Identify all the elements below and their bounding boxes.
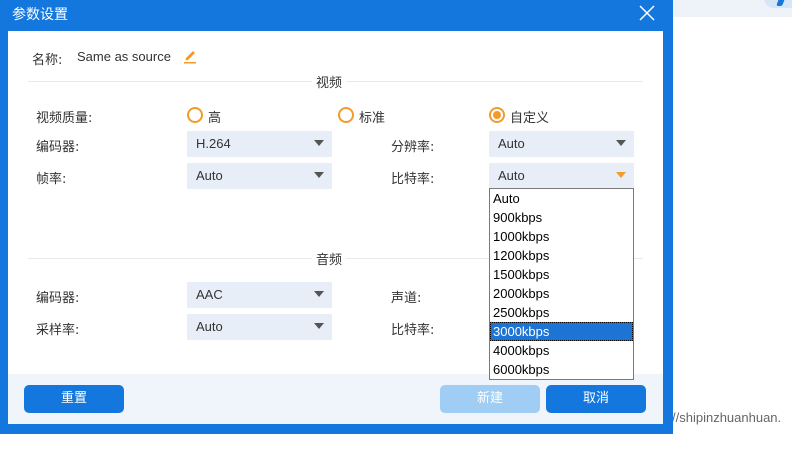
resolution-value: Auto xyxy=(498,136,525,151)
video-bitrate-value: Auto xyxy=(498,168,525,183)
quality-radio-high[interactable] xyxy=(187,107,203,123)
pencil-icon[interactable] xyxy=(183,48,197,64)
resolution-label: 分辨率: xyxy=(391,140,435,155)
video-bitrate-label: 比特率: xyxy=(391,172,435,187)
dropdown-option-highlighted[interactable]: 3000kbps xyxy=(490,322,633,341)
video-quality-label: 视频质量: xyxy=(36,111,93,126)
quality-label-high[interactable]: 高 xyxy=(208,107,221,126)
samplerate-select[interactable]: Auto xyxy=(187,314,332,340)
dropdown-option[interactable]: 6000kbps xyxy=(490,360,633,379)
dropdown-option[interactable]: 900kbps xyxy=(490,208,633,227)
bitrate-dropdown-list[interactable]: Auto 900kbps 1000kbps 1200kbps 1500kbps … xyxy=(489,188,634,380)
samplerate-label: 采样率: xyxy=(36,323,80,338)
name-value: Same as source xyxy=(77,49,171,64)
dialog-title-bar[interactable]: 参数设置 xyxy=(0,0,673,28)
quality-radio-custom[interactable] xyxy=(489,107,505,123)
framerate-value: Auto xyxy=(196,168,223,183)
dropdown-option[interactable]: 1500kbps xyxy=(490,265,633,284)
close-icon xyxy=(639,5,655,21)
chevron-down-icon xyxy=(314,323,324,329)
chevron-down-icon xyxy=(314,291,324,297)
close-button[interactable] xyxy=(636,2,658,24)
video-encoder-value: H.264 xyxy=(196,136,231,151)
dropdown-option[interactable]: 1000kbps xyxy=(490,227,633,246)
video-encoder-label: 编码器: xyxy=(36,140,80,155)
audio-encoder-label: 编码器: xyxy=(36,291,80,306)
quality-radio-standard[interactable] xyxy=(338,107,354,123)
cancel-button[interactable]: 取消 xyxy=(546,385,646,413)
video-encoder-select[interactable]: H.264 xyxy=(187,131,332,157)
reset-button[interactable]: 重置 xyxy=(24,385,124,413)
audio-encoder-value: AAC xyxy=(196,287,223,302)
dropdown-option[interactable]: 4000kbps xyxy=(490,341,633,360)
samplerate-value: Auto xyxy=(196,319,223,334)
dropdown-option[interactable]: 2000kbps xyxy=(490,284,633,303)
resolution-select[interactable]: Auto xyxy=(489,131,634,157)
name-label: 名称: xyxy=(32,53,63,68)
new-button[interactable]: 新建 xyxy=(440,385,540,413)
framerate-select[interactable]: Auto xyxy=(187,163,332,189)
audio-section-title: 音频 xyxy=(312,249,347,268)
quality-label-custom[interactable]: 自定义 xyxy=(510,107,549,126)
dropdown-option[interactable]: Auto xyxy=(490,189,633,208)
audio-bitrate-label: 比特率: xyxy=(391,323,435,338)
quality-label-standard[interactable]: 标准 xyxy=(359,107,385,126)
channel-label: 声道: xyxy=(391,291,422,306)
dropdown-option[interactable]: 1200kbps xyxy=(490,246,633,265)
dialog-title: 参数设置 xyxy=(12,7,68,23)
chevron-down-icon xyxy=(314,172,324,178)
chevron-down-icon xyxy=(616,172,626,178)
video-bitrate-select[interactable]: Auto xyxy=(489,163,634,189)
background-url-text: //shipinzhuanhuan. xyxy=(672,410,782,425)
audio-encoder-select[interactable]: AAC xyxy=(187,282,332,308)
dropdown-option[interactable]: 2500kbps xyxy=(490,303,633,322)
chevron-down-icon xyxy=(616,140,626,146)
video-section-title: 视频 xyxy=(312,72,347,91)
chevron-down-icon xyxy=(314,140,324,146)
framerate-label: 帧率: xyxy=(36,172,67,187)
